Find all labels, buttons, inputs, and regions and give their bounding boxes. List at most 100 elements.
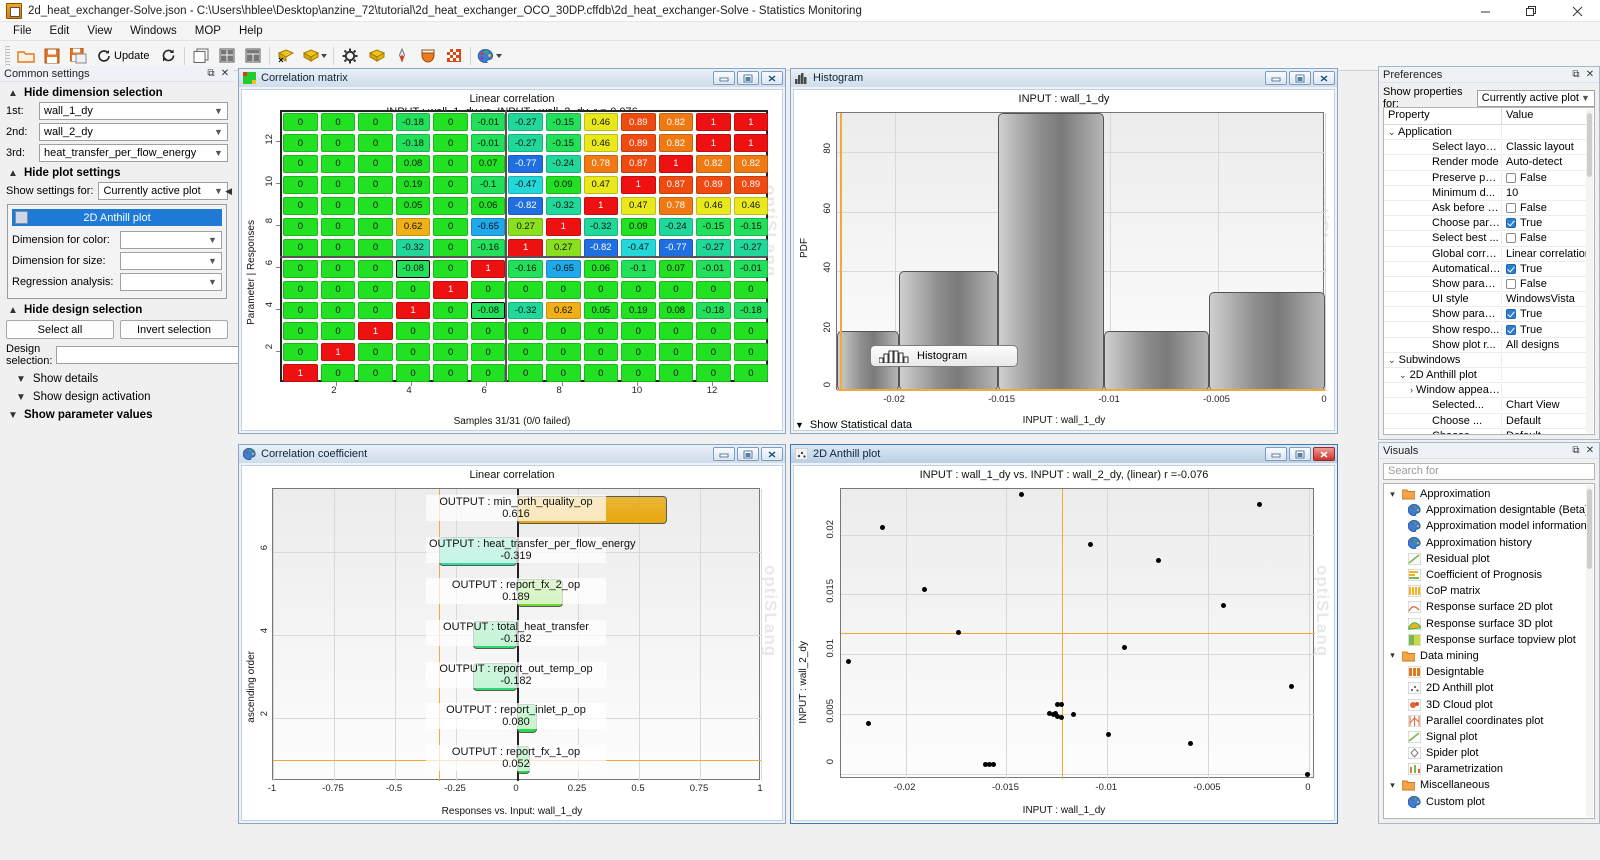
close-icon[interactable]: ✕ — [1583, 444, 1597, 457]
float-icon[interactable]: ⧉ — [1569, 68, 1583, 81]
correlation-cell[interactable]: 0 — [320, 175, 356, 194]
correlation-cell[interactable]: 0.47 — [621, 196, 656, 215]
visuals-item[interactable]: CoP matrix — [1384, 583, 1594, 599]
correlation-cell[interactable]: -0.27 — [696, 238, 731, 257]
correlation-cell[interactable]: 0 — [358, 196, 393, 215]
correlation-cell[interactable]: 0.78 — [583, 155, 619, 173]
visuals-item[interactable]: Signal plot — [1384, 729, 1594, 745]
visuals-item[interactable]: 2D Anthill plot — [1384, 680, 1594, 696]
maximize-button[interactable] — [1289, 71, 1311, 85]
correlation-cell[interactable]: -0.01 — [696, 259, 731, 278]
correlation-cell[interactable]: 0 — [358, 364, 393, 383]
correlation-cell[interactable]: 0 — [320, 134, 356, 153]
correlation-cell[interactable]: 0 — [658, 343, 694, 362]
correlation-cell[interactable]: -0.47 — [621, 238, 656, 257]
correlation-cell[interactable]: 0 — [433, 113, 468, 132]
correlation-cell[interactable]: 0 — [283, 280, 318, 299]
preferences-row[interactable]: Minimum d... 10 — [1384, 186, 1594, 201]
correlation-cell[interactable]: -0.27 — [733, 238, 769, 257]
invert-selection-button[interactable]: Invert selection — [120, 320, 228, 339]
show-parameter-values-toggle[interactable]: ▼ Show parameter values — [8, 409, 228, 421]
add-visual-icon[interactable] — [274, 44, 298, 68]
minimize-button[interactable] — [713, 71, 735, 85]
preferences-row[interactable]: Show respo... True — [1384, 322, 1594, 338]
close-icon[interactable]: ✕ — [218, 67, 232, 80]
close-button[interactable] — [761, 447, 783, 461]
correlation-cell[interactable]: -0.16 — [508, 259, 543, 278]
menu-mop[interactable]: MOP — [186, 23, 230, 39]
correlation-cell[interactable]: 0 — [283, 155, 318, 173]
correlation-cell[interactable]: -0.27 — [508, 113, 543, 132]
visual-icon[interactable] — [300, 44, 329, 68]
correlation-cell[interactable]: 0 — [358, 175, 393, 194]
correlation-cell[interactable]: 0.06 — [470, 196, 506, 215]
correlation-cell[interactable]: 0 — [395, 364, 431, 383]
correlation-cell[interactable]: 0 — [283, 343, 318, 362]
correlation-cell[interactable]: -0.01 — [733, 259, 769, 278]
correlation-cell[interactable]: 0 — [508, 322, 543, 341]
visuals-item[interactable]: Spider plot — [1384, 745, 1594, 761]
correlation-cell[interactable]: -0.18 — [395, 134, 431, 153]
correlation-cell[interactable]: 0 — [621, 343, 656, 362]
correlation-cell[interactable]: 0 — [696, 280, 731, 299]
preferences-group-row[interactable]: ⌄ Subwindows — [1384, 353, 1594, 368]
maximize-button[interactable] — [737, 71, 759, 85]
correlation-cell[interactable]: 0 — [658, 364, 694, 383]
correlation-cell[interactable]: -0.24 — [545, 155, 581, 173]
correlation-cell[interactable]: 0.08 — [395, 155, 431, 173]
correlation-cell[interactable]: 1 — [621, 175, 656, 194]
correlation-cell[interactable]: 0 — [320, 155, 356, 173]
correlation-cell[interactable]: 0 — [696, 343, 731, 362]
correlation-cell[interactable]: 0 — [433, 322, 468, 341]
chevron-icon[interactable]: ⌄ — [1388, 355, 1396, 365]
correlation-cell[interactable]: 0 — [395, 322, 431, 341]
correlation-cell[interactable]: -0.08 — [470, 301, 506, 320]
preferences-row[interactable]: UI style WindowsVista — [1384, 292, 1594, 308]
preferences-row[interactable]: Choose ... Default — [1384, 429, 1594, 434]
correlation-cell[interactable]: 1 — [470, 259, 506, 278]
correlation-cell[interactable]: 0.19 — [621, 301, 656, 320]
cascade-icon[interactable] — [189, 44, 213, 68]
correlation-cell[interactable]: 0 — [433, 343, 468, 362]
visuals-item[interactable]: Designtable — [1384, 664, 1594, 680]
dimension-1st-select[interactable]: wall_1_dy ▼ — [39, 102, 228, 120]
correlation-cell[interactable]: 0 — [470, 364, 506, 383]
maximize-restore-button[interactable] — [1508, 0, 1554, 22]
dimension-3rd-select[interactable]: heat_transfer_per_flow_energy ▼ — [39, 144, 228, 162]
visuals-search-input[interactable]: Search for — [1383, 463, 1595, 480]
correlation-cell[interactable]: 0 — [320, 217, 356, 236]
anthill-plot[interactable] — [840, 488, 1315, 779]
correlation-cell[interactable]: 0 — [696, 364, 731, 383]
correlation-cell[interactable]: 0 — [621, 364, 656, 383]
show-details-toggle[interactable]: ▼ Show details — [16, 373, 228, 385]
correlation-cell[interactable]: 0 — [658, 322, 694, 341]
correlation-cell[interactable]: 0 — [320, 364, 356, 383]
correlation-cell[interactable]: -0.32 — [508, 301, 543, 320]
correlation-cell[interactable]: 1 — [508, 238, 543, 257]
design-selection-input[interactable] — [56, 346, 240, 364]
correlation-cell[interactable]: 0.46 — [583, 134, 619, 153]
visuals-item[interactable]: Approximation history — [1384, 535, 1594, 551]
correlation-cell[interactable]: 0.09 — [621, 217, 656, 236]
section-plot-settings[interactable]: ▲ Hide plot settings — [8, 167, 228, 179]
marker-icon[interactable] — [390, 44, 414, 68]
correlation-cell[interactable]: 0.62 — [395, 217, 431, 236]
correlation-cell[interactable]: 0 — [283, 217, 318, 236]
visuals-item[interactable]: Approximation model information — [1384, 518, 1594, 534]
correlation-cell[interactable]: 0 — [658, 280, 694, 299]
float-icon[interactable]: ⧉ — [204, 67, 218, 80]
scatter-point[interactable] — [1059, 715, 1065, 721]
minimize-button[interactable] — [713, 447, 735, 461]
correlation-cell[interactable]: -0.18 — [696, 301, 731, 320]
chevron-icon[interactable]: ⌄ — [1388, 127, 1396, 137]
correlation-cell[interactable]: -0.27 — [508, 134, 543, 153]
correlation-cell[interactable]: 0 — [621, 280, 656, 299]
chevron-down-icon[interactable]: ▾ — [1388, 489, 1397, 500]
visuals-item[interactable]: Response surface topview plot — [1384, 632, 1594, 648]
preferences-table[interactable]: Property Value ⌄ Application Select layou… — [1383, 107, 1595, 435]
visuals-item[interactable]: Approximation designtable (Beta) — [1384, 502, 1594, 518]
correlation-cell[interactable]: 0 — [583, 364, 619, 383]
preferences-row[interactable]: Ask before a... False — [1384, 201, 1594, 217]
checkbox[interactable] — [1506, 203, 1516, 214]
visuals-group[interactable]: ▾ Data mining — [1384, 648, 1594, 664]
